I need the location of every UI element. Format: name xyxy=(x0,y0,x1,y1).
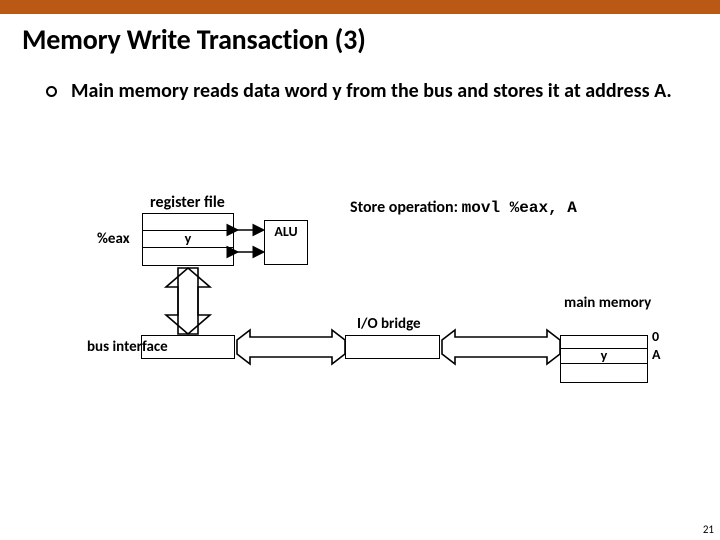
diagram: register file y %eax ALU Store operation… xyxy=(0,180,720,390)
page-number: 21 xyxy=(703,523,714,536)
accent-bar xyxy=(0,0,720,14)
bullet-text: Main memory reads data word y from the b… xyxy=(71,79,672,104)
bullet-item: Main memory reads data word y from the b… xyxy=(40,79,680,104)
slide-title: Memory Write Transaction (3) xyxy=(0,14,720,57)
bullet-list: Main memory reads data word y from the b… xyxy=(0,57,720,104)
bullet-marker-icon xyxy=(46,86,57,97)
diagram-arrows xyxy=(0,180,720,390)
